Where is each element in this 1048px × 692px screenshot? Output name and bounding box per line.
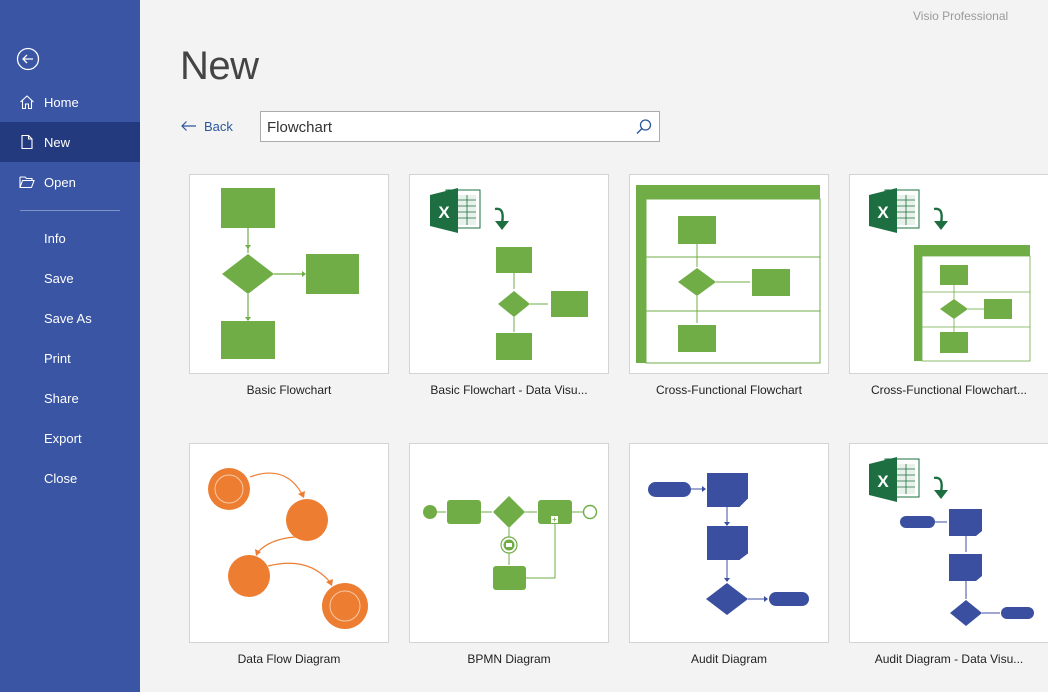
sidebar-item-export[interactable]: Export xyxy=(0,418,140,458)
excel-icon: X xyxy=(430,188,481,233)
sidebar-item-label: Close xyxy=(44,470,78,486)
sidebar-item-label: Open xyxy=(44,174,76,190)
basic-flowchart-data-visualizer-preview: X xyxy=(430,188,588,360)
template-audit-diagram-data-visualizer[interactable]: X Audit Diagram - Data Visu... xyxy=(849,443,1048,666)
excel-icon: X xyxy=(869,457,920,502)
template-name: BPMN Diagram xyxy=(467,652,551,666)
sidebar-divider xyxy=(20,210,120,211)
sidebar-item-label: Export xyxy=(44,430,82,446)
template-cross-functional-flowchart[interactable]: Cross-Functional Flowchart xyxy=(629,174,829,397)
sidebar-item-share[interactable]: Share xyxy=(0,378,140,418)
bpmn-diagram-preview xyxy=(423,496,598,590)
svg-text:X: X xyxy=(438,203,450,222)
back-label: Back xyxy=(204,118,233,134)
template-name: Basic Flowchart - Data Visu... xyxy=(430,383,588,397)
template-data-flow-diagram[interactable]: Data Flow Diagram xyxy=(189,443,389,666)
template-name: Audit Diagram xyxy=(690,652,768,666)
back-button[interactable]: Back xyxy=(180,117,233,135)
template-name: Basic Flowchart xyxy=(246,383,332,397)
template-basic-flowchart-data-visualizer[interactable]: X Basic Flowchart - Data Visu... xyxy=(409,174,609,397)
excel-icon: X xyxy=(869,188,920,233)
template-audit-diagram[interactable]: Audit Diagram xyxy=(629,443,829,666)
sidebar-item-label: New xyxy=(44,134,71,150)
down-arrow-icon xyxy=(933,207,948,230)
sidebar-item-close[interactable]: Close xyxy=(0,458,140,498)
sidebar-item-save[interactable]: Save xyxy=(0,258,140,298)
template-name: Cross-Functional Flowchart xyxy=(655,383,803,397)
template-cross-functional-flowchart-data-visualizer[interactable]: X Cross-Functional Flowchart... xyxy=(849,174,1048,397)
sidebar-item-info[interactable]: Info xyxy=(0,218,140,258)
sidebar-item-open[interactable]: Open xyxy=(0,162,140,202)
template-thumbnail xyxy=(629,174,829,374)
audit-diagram-preview xyxy=(648,473,809,615)
back-arrow-icon[interactable] xyxy=(16,47,40,71)
svg-text:X: X xyxy=(877,472,889,491)
sidebar-item-label: Save xyxy=(44,270,74,286)
template-thumbnail: X xyxy=(849,174,1048,374)
template-name: Audit Diagram - Data Visu... xyxy=(874,652,1024,666)
new-document-icon xyxy=(21,134,33,150)
basic-flowchart-preview xyxy=(221,188,359,359)
down-arrow-icon xyxy=(494,207,509,230)
search-input[interactable] xyxy=(267,116,627,138)
data-flow-diagram-preview xyxy=(208,468,368,629)
template-name: Cross-Functional Flowchart... xyxy=(870,383,1028,397)
sidebar-item-label: Info xyxy=(44,230,66,246)
sidebar-item-home[interactable]: Home xyxy=(0,82,140,122)
backstage-sidebar: Home New Open Info Save Save As Print Sh… xyxy=(0,0,140,692)
template-bpmn-diagram[interactable]: BPMN Diagram xyxy=(409,443,609,666)
template-thumbnail xyxy=(189,443,389,643)
template-name: Data Flow Diagram xyxy=(237,652,341,666)
svg-text:X: X xyxy=(877,203,889,222)
sidebar-item-label: Save As xyxy=(44,310,92,326)
template-thumbnail xyxy=(409,443,609,643)
down-arrow-icon xyxy=(933,476,948,499)
audit-diagram-data-visualizer-preview: X xyxy=(869,457,1034,626)
template-thumbnail: X xyxy=(409,174,609,374)
cross-functional-flowchart-data-visualizer-preview: X xyxy=(869,188,1031,362)
sidebar-item-print[interactable]: Print xyxy=(0,338,140,378)
template-basic-flowchart[interactable]: Basic Flowchart xyxy=(189,174,389,397)
home-icon xyxy=(20,95,34,110)
search-box xyxy=(260,111,660,142)
app-name: Visio Professional xyxy=(913,9,1009,23)
cross-functional-flowchart-preview xyxy=(636,185,821,364)
template-thumbnail xyxy=(629,443,829,643)
template-thumbnail xyxy=(189,174,389,374)
sidebar-item-label: Share xyxy=(44,390,79,406)
sidebar-item-save-as[interactable]: Save As xyxy=(0,298,140,338)
sidebar-item-label: Home xyxy=(44,94,79,110)
search-icon[interactable] xyxy=(635,118,653,136)
open-folder-icon xyxy=(19,176,35,189)
sidebar-item-new[interactable]: New xyxy=(0,122,140,162)
back-arrow-icon xyxy=(181,121,196,131)
sidebar-item-label: Print xyxy=(44,350,71,366)
template-thumbnail: X xyxy=(849,443,1048,643)
page-title: New xyxy=(180,44,259,88)
